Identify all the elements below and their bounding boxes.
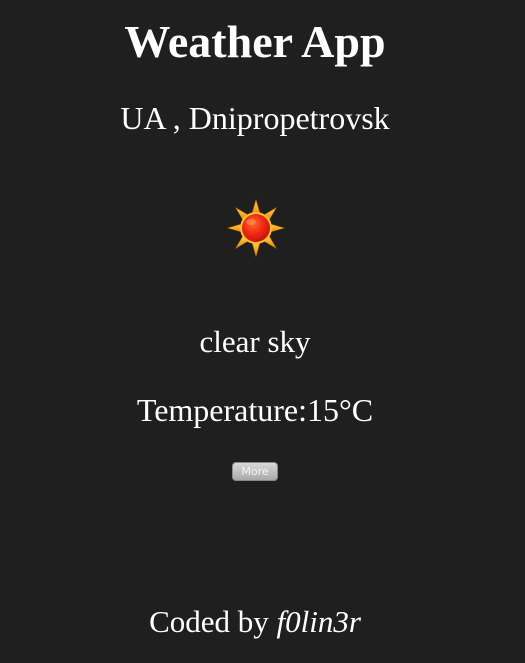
location-label: UA , Dnipropetrovsk (120, 100, 390, 136)
footer-prefix: Coded by (149, 604, 277, 639)
weather-description: clear sky (199, 324, 311, 359)
author-name: f0lin3r (276, 604, 361, 639)
sun-icon (227, 199, 285, 257)
app-title: Weather App (124, 16, 386, 67)
temperature-label: Temperature:15°C (136, 392, 374, 428)
footer-credit: Coded by f0lin3r (0, 602, 510, 642)
more-button[interactable]: More (232, 462, 278, 481)
